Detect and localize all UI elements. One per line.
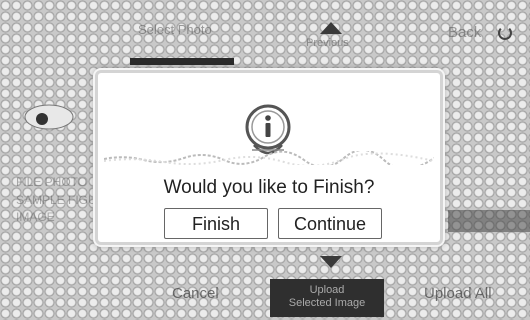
- back-button[interactable]: Back: [448, 24, 481, 41]
- upload-selected-line2: Selected Image: [288, 297, 366, 309]
- tab-select-photo[interactable]: Select Photo: [138, 22, 212, 37]
- upload-all-button[interactable]: Upload All: [424, 285, 492, 302]
- previous-label[interactable]: Previous: [306, 37, 349, 49]
- back-icon[interactable]: [498, 26, 512, 40]
- previous-arrow-icon[interactable]: [320, 22, 342, 34]
- finish-button[interactable]: Finish: [164, 208, 268, 239]
- dialog-question: Would you like to Finish?: [163, 177, 375, 198]
- upload-selected-line1: Upload: [309, 284, 345, 296]
- expand-arrow-icon[interactable]: [320, 256, 342, 268]
- selected-tab-indicator: [130, 58, 234, 65]
- app-screen: Select Photo Previous Back FILE PHOTO SA…: [0, 0, 530, 320]
- left-label: FILE PHOTO: [16, 175, 88, 189]
- photo-thumbnail[interactable]: [20, 95, 78, 139]
- continue-button[interactable]: Continue: [278, 208, 382, 239]
- left-label: IMAGE: [16, 210, 55, 224]
- dialog-divider: [104, 151, 434, 165]
- right-panel-strip: [448, 210, 530, 232]
- upload-selected-button[interactable]: Upload Selected Image: [270, 279, 384, 317]
- finish-dialog: Would you like to Finish? Finish Continu…: [95, 70, 443, 245]
- cancel-button[interactable]: Cancel: [172, 285, 219, 302]
